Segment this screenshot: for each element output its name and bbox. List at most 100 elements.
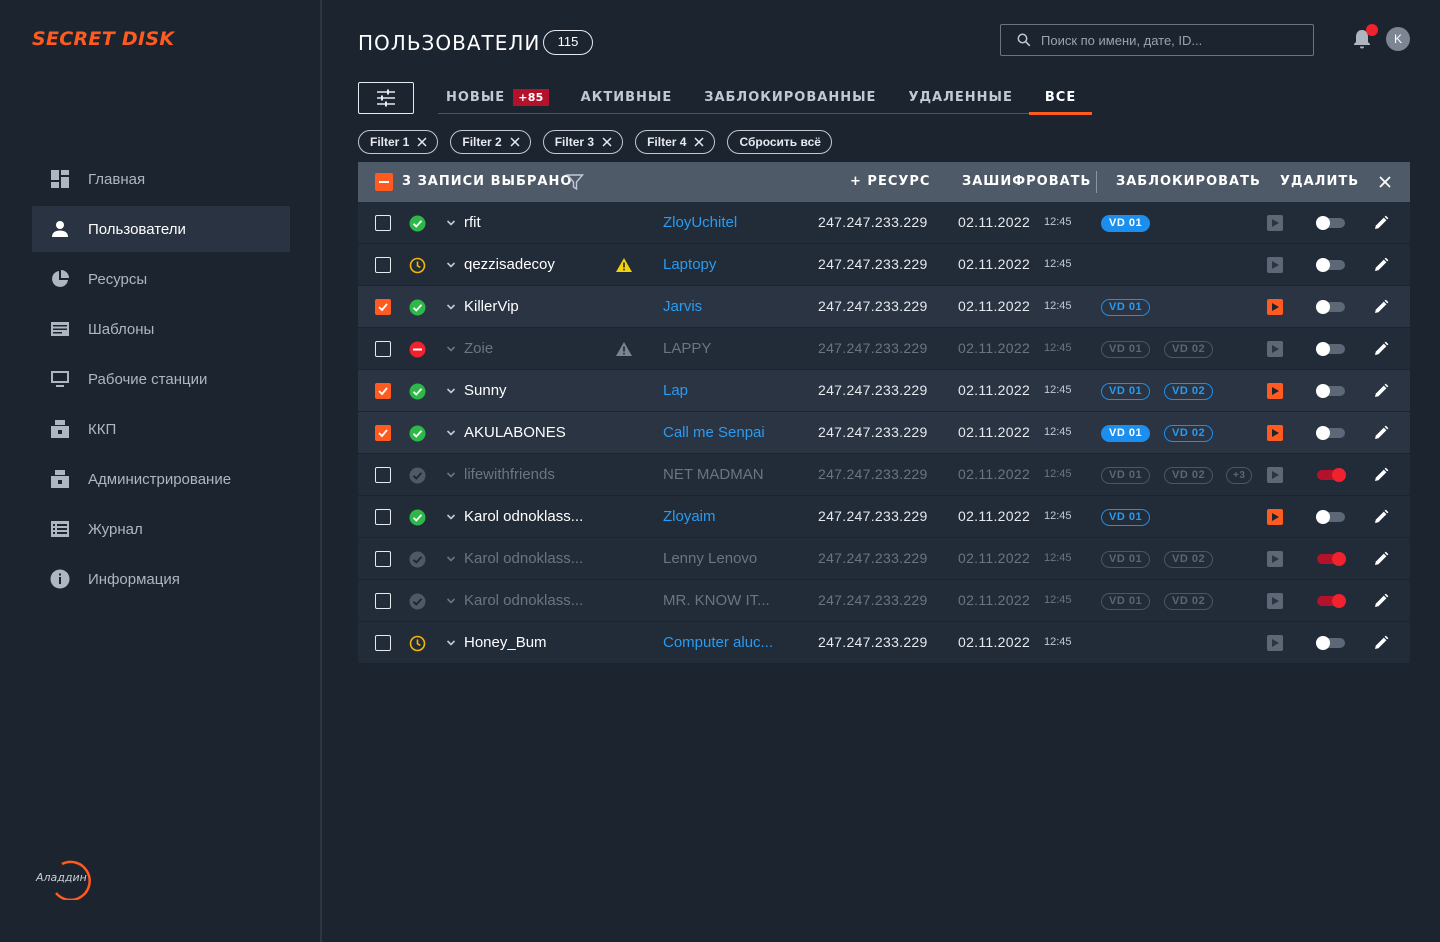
block-toggle[interactable] [1316, 636, 1345, 650]
pencil-icon[interactable] [1373, 257, 1389, 273]
chevron-down-icon[interactable] [446, 387, 456, 395]
close-icon[interactable] [602, 137, 612, 147]
filter-chip[interactable]: Filter 1 [358, 130, 439, 154]
row-checkbox[interactable] [375, 551, 391, 567]
virtual-disk-badge[interactable]: VD 02 [1164, 467, 1214, 484]
virtual-disk-badge[interactable]: VD 02 [1164, 383, 1214, 400]
chevron-down-icon[interactable] [446, 639, 456, 647]
sidebar-item-6[interactable]: Администрирование [32, 456, 290, 502]
pencil-icon[interactable] [1373, 383, 1389, 399]
pencil-icon[interactable] [1373, 341, 1389, 357]
chevron-down-icon[interactable] [446, 261, 456, 269]
block-toggle[interactable] [1316, 216, 1345, 230]
user-name[interactable]: lifewithfriends [464, 466, 555, 483]
tab-4[interactable]: ВСЕ [1028, 80, 1093, 115]
filter-settings-button[interactable] [358, 82, 414, 114]
sidebar-item-8[interactable]: Информация [32, 556, 290, 602]
tab-0[interactable]: НОВЫЕ +85 [438, 80, 565, 114]
chevron-down-icon[interactable] [446, 513, 456, 521]
resource-link[interactable]: ZloyUchitel [663, 214, 737, 231]
sidebar-item-2[interactable]: Ресурсы [32, 256, 290, 302]
row-checkbox[interactable] [375, 383, 391, 399]
block-toggle[interactable] [1316, 258, 1345, 272]
virtual-disk-badge[interactable]: VD 02 [1164, 551, 1214, 568]
block-toggle[interactable] [1317, 468, 1346, 482]
app-logo[interactable]: SECRET DISK [32, 28, 174, 50]
pencil-icon[interactable] [1373, 425, 1389, 441]
sidebar-item-4[interactable]: Рабочие станции [32, 356, 290, 402]
virtual-disk-badge[interactable]: VD 01 [1101, 551, 1151, 568]
play-button[interactable] [1267, 257, 1283, 273]
sidebar-item-3[interactable]: Шаблоны [32, 306, 290, 352]
add-resource-button[interactable]: + РЕСУРС [850, 174, 930, 189]
user-name[interactable]: Honey_Bum [464, 634, 547, 651]
tab-2[interactable]: ЗАБЛОКИРОВАННЫЕ [688, 80, 892, 114]
tab-3[interactable]: УДАЛЕННЫЕ [892, 80, 1028, 114]
chevron-down-icon[interactable] [446, 345, 456, 353]
block-toggle[interactable] [1316, 510, 1345, 524]
row-checkbox[interactable] [375, 467, 391, 483]
virtual-disk-badge[interactable]: VD 02 [1164, 593, 1214, 610]
pencil-icon[interactable] [1373, 299, 1389, 315]
row-checkbox[interactable] [375, 299, 391, 315]
user-name[interactable]: Karol odnoklass... [464, 592, 583, 609]
row-checkbox[interactable] [375, 425, 391, 441]
user-name[interactable]: rfit [464, 214, 481, 231]
search-input[interactable] [1041, 32, 1301, 48]
pencil-icon[interactable] [1373, 215, 1389, 231]
play-button[interactable] [1267, 635, 1283, 651]
user-name[interactable]: AKULABONES [464, 424, 566, 441]
user-name[interactable]: qezzisadecoy [464, 256, 555, 273]
block-toggle[interactable] [1316, 342, 1345, 356]
close-icon[interactable] [510, 137, 520, 147]
sidebar-item-1[interactable]: Пользователи [32, 206, 290, 252]
user-name[interactable]: Karol odnoklass... [464, 508, 583, 525]
play-button[interactable] [1267, 383, 1283, 399]
row-checkbox[interactable] [375, 509, 391, 525]
block-toggle[interactable] [1316, 426, 1345, 440]
play-button[interactable] [1267, 593, 1283, 609]
search-box[interactable] [1000, 24, 1314, 56]
sidebar-item-7[interactable]: Журнал [32, 506, 290, 552]
chevron-down-icon[interactable] [446, 555, 456, 563]
block-button[interactable]: ЗАБЛОКИРОВАТЬ [1116, 174, 1261, 189]
chevron-down-icon[interactable] [446, 471, 456, 479]
encrypt-button[interactable]: ЗАШИФРОВАТЬ [962, 174, 1091, 189]
block-toggle[interactable] [1316, 384, 1345, 398]
filter-chip[interactable]: Filter 4 [635, 130, 716, 154]
resource-link[interactable]: Call me Senpai [663, 424, 765, 441]
play-button[interactable] [1267, 467, 1283, 483]
row-checkbox[interactable] [375, 593, 391, 609]
filter-chip[interactable]: Filter 3 [542, 130, 624, 154]
virtual-disk-badge[interactable]: VD 01 [1101, 509, 1151, 526]
virtual-disk-badge[interactable]: VD 01 [1101, 425, 1151, 442]
chevron-down-icon[interactable] [446, 597, 456, 605]
resource-link[interactable]: Jarvis [663, 298, 702, 315]
user-name[interactable]: Sunny [464, 382, 507, 399]
block-toggle[interactable] [1317, 594, 1346, 608]
play-button[interactable] [1267, 215, 1283, 231]
user-name[interactable]: Karol odnoklass... [464, 550, 583, 567]
pencil-icon[interactable] [1373, 467, 1389, 483]
row-checkbox[interactable] [375, 635, 391, 651]
pencil-icon[interactable] [1373, 635, 1389, 651]
virtual-disk-badge[interactable]: VD 02 [1164, 425, 1214, 442]
more-disks-badge[interactable]: +3 [1226, 467, 1253, 484]
play-button[interactable] [1267, 299, 1283, 315]
reset-filters-button[interactable]: Сбросить всё [727, 130, 832, 154]
chevron-down-icon[interactable] [446, 429, 456, 437]
sidebar-item-5[interactable]: ККП [32, 406, 290, 452]
pencil-icon[interactable] [1373, 551, 1389, 567]
resource-link[interactable]: Zloyaim [663, 508, 716, 525]
row-checkbox[interactable] [375, 341, 391, 357]
row-checkbox[interactable] [375, 257, 391, 273]
funnel-icon[interactable] [566, 173, 584, 191]
play-button[interactable] [1267, 341, 1283, 357]
close-icon[interactable] [417, 137, 427, 147]
block-toggle[interactable] [1316, 300, 1345, 314]
row-checkbox[interactable] [375, 215, 391, 231]
resource-link[interactable]: Lap [663, 382, 688, 399]
chevron-down-icon[interactable] [446, 219, 456, 227]
pencil-icon[interactable] [1373, 509, 1389, 525]
close-icon[interactable] [694, 137, 704, 147]
